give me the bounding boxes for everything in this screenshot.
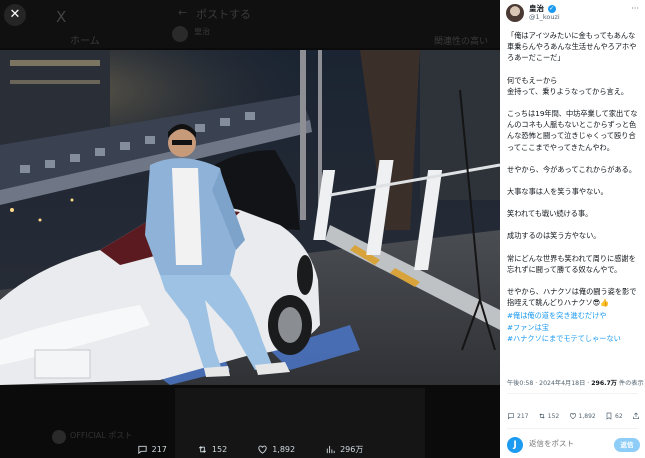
post-photo[interactable]: [0, 50, 500, 385]
hashtag-link[interactable]: #ハナクソにまでモテてしゃーない: [507, 333, 640, 344]
viewer-reply-count: 217: [151, 444, 167, 454]
repost-button[interactable]: 152: [538, 412, 559, 420]
post-stats-bar: 217 152 1,892 62: [507, 412, 640, 420]
like-count: 1,892: [578, 412, 596, 420]
repost-count: 152: [547, 412, 560, 420]
x-logo-icon: X: [56, 8, 67, 26]
reply-count: 217: [517, 412, 529, 420]
post-timestamp[interactable]: 午後0:58 · 2024年4月18日 ·: [507, 380, 591, 387]
reply-icon: [138, 445, 147, 454]
repost-icon: [539, 413, 545, 419]
photo-scene: [0, 50, 500, 385]
background-author-name: 皇治: [194, 27, 210, 36]
post-paragraph: 「俺はアイツみたいに金もってもあんな車乗らんやろあんな生活せんやろアホやろあーだ…: [507, 31, 637, 63]
current-user-avatar: J: [507, 437, 523, 453]
post-detail-panel: 皇治 ✓ @1_kouzi ··· 「俺はアイツみたいに金もってもあんな車乗らん…: [500, 0, 645, 458]
viewer-reply-button[interactable]: 217: [137, 444, 167, 455]
more-options-icon[interactable]: ···: [631, 4, 639, 13]
post-paragraph: 大事な事は人を笑う事やない。: [507, 187, 608, 197]
hashtag-list: #俺は俺の道を突き進むだけや #ファンは宝 #ハナクソにまでモテてしゃーない: [507, 310, 640, 344]
media-action-bar: 217 152 1,892 296万: [0, 440, 500, 458]
background-back-arrow-icon: ←: [178, 6, 188, 19]
viewer-views-count: 296万: [340, 444, 364, 454]
share-icon: [632, 412, 639, 419]
divider: [507, 393, 638, 394]
bookmark-icon: [606, 412, 612, 420]
post-meta: 午後0:58 · 2024年4月18日 · 296.7万 件の表示: [507, 378, 644, 387]
post-text: 「俺はアイツみたいに金もってもあんな車乗らんやろあんな生活せんやろアホやろあーだ…: [507, 30, 640, 348]
post-paragraph: こっちは19年間、中坊卒業して家出てなんのコネも人脈もないとこからずっと色んな恐…: [507, 109, 638, 152]
author-handle[interactable]: @1_kouzi: [529, 13, 560, 21]
views-icon: [326, 445, 335, 453]
reply-input[interactable]: [529, 439, 599, 448]
viewer-like-count: 1,892: [272, 444, 296, 454]
like-icon: [569, 413, 576, 420]
close-viewer-button[interactable]: ✕: [4, 4, 26, 26]
background-post-title: ポストする: [196, 8, 251, 21]
reply-button[interactable]: 217: [507, 412, 528, 420]
divider: [507, 428, 638, 429]
post-paragraph: 何でもえーから 金持って、乗りようなってから言え。: [507, 75, 629, 96]
bookmark-count: 62: [615, 412, 623, 420]
bookmark-button[interactable]: 62: [605, 412, 623, 420]
media-viewer: X ホーム ← ポストする 皇治 関連性の高い OFFICIAL ポスト ✕ 2…: [0, 0, 645, 458]
viewer-repost-button[interactable]: 152: [197, 444, 227, 455]
hashtag-link[interactable]: #俺は俺の道を突き進むだけや: [507, 310, 640, 321]
share-button[interactable]: [632, 412, 640, 420]
reply-submit-button[interactable]: 返信: [614, 438, 640, 452]
background-avatar: [172, 26, 188, 42]
post-header: 皇治 ✓ @1_kouzi ···: [500, 0, 645, 24]
post-paragraph: 常にどんな世界も笑われて周りに感謝を忘れずに闘って勝てる奴なんやで。: [507, 253, 636, 274]
viewer-repost-count: 152: [211, 444, 228, 454]
background-context-label: 関連性の高い: [434, 37, 489, 47]
repost-icon: [198, 445, 206, 453]
post-views-label: 件の表示: [616, 380, 644, 387]
post-paragraph: 笑われても戦い続ける事。: [507, 209, 593, 219]
post-views-count: 296.7万: [591, 380, 617, 387]
background-home-label: ホーム: [70, 36, 100, 47]
verified-badge-icon: ✓: [547, 5, 556, 13]
reply-composer: J 返信: [507, 435, 640, 455]
post-paragraph: せやから、ハナクソは俺の闘う姿を影で指咥えて眺んどりハナクソ😎👍: [507, 287, 637, 308]
author-name: 皇治: [529, 4, 544, 13]
viewer-like-button[interactable]: 1,892: [257, 444, 295, 455]
hashtag-link[interactable]: #ファンは宝: [507, 322, 640, 333]
post-paragraph: 成功するのは笑う方やない。: [507, 231, 601, 241]
like-icon: [258, 445, 267, 454]
post-paragraph: せやから、今があってこれからがある。: [507, 164, 637, 174]
like-button[interactable]: 1,892: [569, 412, 596, 420]
viewer-views-button[interactable]: 296万: [325, 444, 363, 455]
reply-icon: [508, 413, 514, 420]
author-avatar[interactable]: [506, 4, 524, 22]
